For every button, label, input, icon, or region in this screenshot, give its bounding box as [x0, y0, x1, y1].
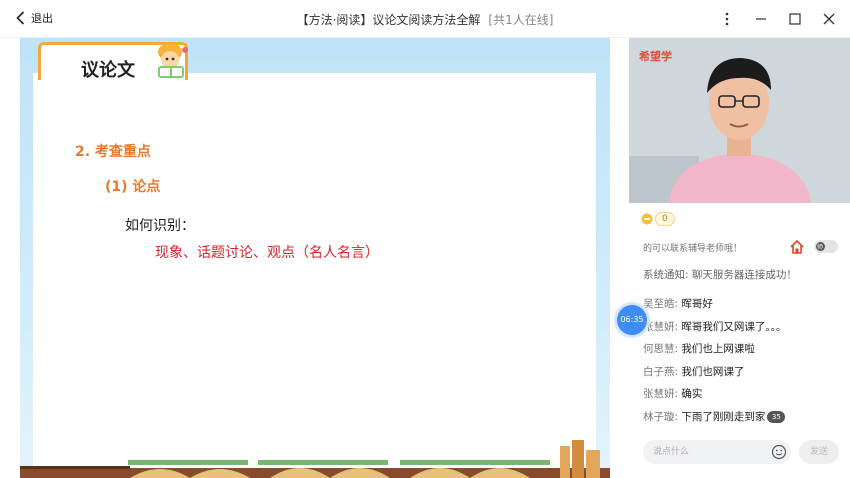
- maximize-button[interactable]: [784, 8, 806, 30]
- chat-text: 下雨了刚刚走到家: [681, 410, 766, 423]
- chat-user: 张慧妍:: [643, 388, 679, 401]
- coin-counter: 0: [641, 212, 675, 226]
- system-notice: 系统通知: 聊天服务器连接成功！: [643, 269, 797, 281]
- chat-input[interactable]: [653, 444, 763, 460]
- chat-text: 晖哥好: [681, 298, 713, 310]
- minimize-icon: [756, 18, 766, 20]
- chat-user: 林子璇:: [643, 410, 679, 423]
- home-icon[interactable]: [789, 239, 805, 255]
- coin-count: 0: [655, 212, 675, 226]
- chat-text: 我们也网课了: [681, 365, 745, 378]
- chat-text: 确实: [681, 388, 703, 401]
- chat-text: 晖哥我们又网课了。。。: [681, 320, 787, 333]
- right-panel: 希望学 0 的可以联系辅导老师哦！ 师 系统通知: 聊天服务器连接成功！ 吴至皓…: [629, 38, 850, 478]
- online-count: [共1人在线]: [488, 13, 554, 27]
- chat-list: 吴至皓: 晖哥好 张慧妍: 晖哥我们又网课了。。。 何思慧: 我们也上网课啦 白…: [643, 293, 843, 429]
- chat-user: 吴至皓:: [643, 298, 679, 310]
- coin-icon: [641, 213, 653, 225]
- bridge-scenery: [20, 440, 610, 478]
- courseware-slide: 2. 考查重点 (1) 论点 如何识别： 现象、话题讨论、观点（名人名言） 议论…: [20, 38, 610, 478]
- brand-logo: 希望学: [639, 50, 672, 63]
- more-vertical-icon: [725, 12, 729, 26]
- chat-message: 吴至皓: 晖哥好: [643, 293, 843, 316]
- answer-text: 现象、话题讨论、观点（名人名言）: [155, 245, 379, 261]
- minimize-button[interactable]: [750, 8, 772, 30]
- class-timer: 06:35: [617, 305, 647, 335]
- emoji-badge[interactable]: 35: [767, 410, 786, 423]
- question-text: 如何识别：: [125, 218, 195, 234]
- toggle-label: 师: [817, 244, 824, 251]
- slide-paper: 2. 考查重点 (1) 论点 如何识别： 现象、话题讨论、观点（名人名言）: [33, 73, 596, 468]
- chat-user: 张慧妍:: [643, 320, 679, 333]
- chat-input-bar: [643, 440, 791, 464]
- emoji-icon[interactable]: [771, 444, 787, 460]
- chat-message: 张慧妍: 晖哥我们又网课了。。。: [643, 316, 843, 339]
- course-title: 【方法·阅读】议论文阅读方法全解: [296, 13, 481, 27]
- chat-text: 我们也上网课啦: [681, 343, 755, 356]
- close-icon: [823, 13, 835, 25]
- maximize-icon: [789, 13, 801, 25]
- send-button[interactable]: 发送: [799, 440, 839, 464]
- chat-user: 白子燕:: [643, 365, 679, 378]
- notice-text: 的可以联系辅导老师哦！: [643, 244, 743, 254]
- chat-message: 何思慧: 我们也上网课啦: [643, 338, 843, 361]
- more-button[interactable]: [716, 8, 738, 30]
- subsection-heading: (1) 论点: [105, 179, 161, 195]
- slide-tab-label: 议论文: [81, 60, 135, 81]
- title-bar: 退出 【方法·阅读】议论文阅读方法全解 [共1人在线]: [0, 0, 850, 38]
- section-heading: 2. 考查重点: [75, 144, 151, 160]
- chat-message: 林子璇: 下雨了刚刚走到家 35: [643, 406, 843, 429]
- chat-user: 何思慧:: [643, 343, 679, 356]
- close-button[interactable]: [818, 8, 840, 30]
- teacher-only-toggle[interactable]: 师: [814, 240, 838, 253]
- teacher-video: 希望学: [629, 38, 850, 203]
- mascot-illustration: [158, 43, 188, 78]
- chat-message: 张慧妍: 确实: [643, 383, 843, 406]
- chat-message: 白子燕: 我们也网课了: [643, 361, 843, 384]
